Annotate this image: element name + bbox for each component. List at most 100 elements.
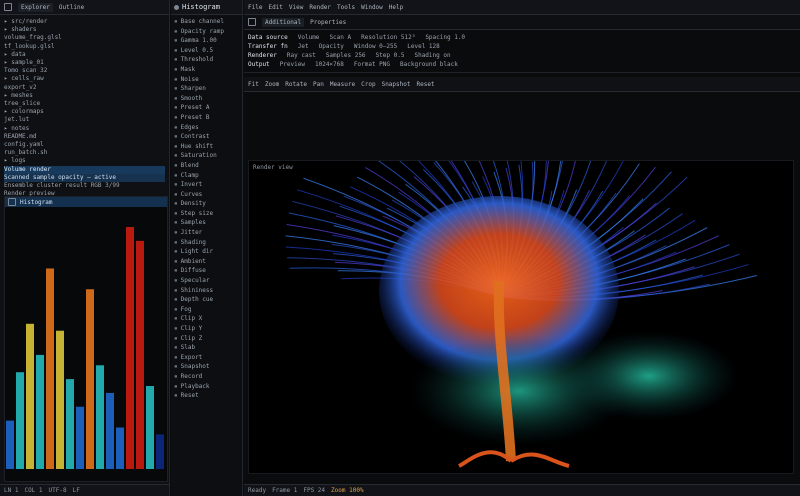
tree-item[interactable]: ▸ meshes — [4, 92, 165, 100]
parameter-row[interactable]: ▪ Clamp — [174, 171, 239, 181]
parameter-row[interactable]: ▪ Clip Z — [174, 334, 239, 344]
property-value[interactable]: Shading on — [414, 52, 450, 59]
toolbar-button[interactable]: Zoom — [265, 81, 279, 88]
tree-item[interactable]: ▸ src/render — [4, 18, 165, 26]
property-value[interactable]: Step 0.5 — [376, 52, 405, 59]
toolbar-button[interactable]: Snapshot — [382, 81, 411, 88]
property-value[interactable]: Scan A — [329, 34, 351, 41]
menu-item[interactable]: Help — [389, 4, 403, 11]
parameter-row[interactable]: ▪ Snapshot — [174, 362, 239, 372]
tree-item[interactable]: ▸ notes — [4, 125, 165, 133]
parameter-row[interactable]: ▪ Noise — [174, 75, 239, 85]
toolbar-button[interactable]: Measure — [330, 81, 355, 88]
parameter-row[interactable]: ▪ Opacity ramp — [174, 27, 239, 37]
toolbar-button[interactable]: Fit — [248, 81, 259, 88]
parameter-row[interactable]: ▪ Preset A — [174, 103, 239, 113]
menu-item[interactable]: Render — [309, 4, 331, 11]
property-value[interactable]: Spacing 1.0 — [425, 34, 465, 41]
tab-explorer[interactable]: Explorer — [18, 2, 53, 12]
parameter-row[interactable]: ▪ Fog — [174, 305, 239, 315]
tab-outline[interactable]: Outline — [59, 4, 84, 11]
parameter-row[interactable]: ▪ Threshold — [174, 55, 239, 65]
property-value[interactable]: Volume — [298, 34, 320, 41]
menu-item[interactable]: File — [248, 4, 262, 11]
parameter-row[interactable]: ▪ Smooth — [174, 94, 239, 104]
property-row: Output Preview 1024×768 Format PNG Backgroun… — [244, 60, 800, 69]
menu-item[interactable]: View — [289, 4, 303, 11]
parameter-row[interactable]: ▪ Hue shift — [174, 142, 239, 152]
parameter-row[interactable]: ▪ Preset B — [174, 113, 239, 123]
parameter-row[interactable]: ▪ Mask — [174, 65, 239, 75]
parameter-row[interactable]: ▪ Clip X — [174, 314, 239, 324]
tree-item[interactable]: ▸ colormaps — [4, 108, 165, 116]
parameter-row[interactable]: ▪ Invert — [174, 180, 239, 190]
parameter-row[interactable]: ▪ Diffuse — [174, 266, 239, 276]
tree-item[interactable]: export_v2 — [4, 84, 165, 92]
property-name: Data source — [248, 34, 288, 41]
toolbar-button[interactable]: Pan — [313, 81, 324, 88]
property-value[interactable]: Opacity — [319, 43, 344, 50]
tree-item[interactable]: ▸ data — [4, 51, 165, 59]
parameter-row[interactable]: ▪ Saturation — [174, 151, 239, 161]
tree-item[interactable]: run_batch.sh — [4, 149, 165, 157]
parameter-row[interactable]: ▪ Blend — [174, 161, 239, 171]
property-value[interactable]: Level 128 — [407, 43, 440, 50]
toolbar-button[interactable]: Rotate — [285, 81, 307, 88]
parameter-row[interactable]: ▪ Depth cue — [174, 295, 239, 305]
tree-item[interactable]: config.yaml — [4, 141, 165, 149]
parameter-row[interactable]: ▪ Samples — [174, 218, 239, 228]
tree-item[interactable]: ▸ cells_raw — [4, 75, 165, 83]
parameter-row[interactable]: ▪ Level 0.5 — [174, 46, 239, 56]
parameter-row[interactable]: ▪ Step size — [174, 209, 239, 219]
tree-item[interactable]: README.md — [4, 133, 165, 141]
tree-item[interactable]: tf_lookup.glsl — [4, 43, 165, 51]
property-value[interactable]: Background black — [400, 61, 458, 68]
render-viewport[interactable]: Render view — [248, 160, 794, 474]
property-value[interactable]: Samples 256 — [326, 52, 366, 59]
tab-properties[interactable]: Properties — [310, 19, 346, 26]
property-value[interactable]: Ray cast — [287, 52, 316, 59]
files-icon[interactable] — [4, 3, 12, 11]
property-value[interactable]: Format PNG — [354, 61, 390, 68]
tree-item[interactable]: jet.lut — [4, 116, 165, 124]
parameter-row[interactable]: ▪ Gamma 1.00 — [174, 36, 239, 46]
parameter-row[interactable]: ▪ Record — [174, 372, 239, 382]
parameter-row[interactable]: ▪ Clip Y — [174, 324, 239, 334]
parameter-row[interactable]: ▪ Shininess — [174, 286, 239, 296]
tree-item[interactable]: ▸ sample_01 — [4, 59, 165, 67]
parameter-row[interactable]: ▪ Reset — [174, 391, 239, 401]
property-value[interactable]: Preview — [280, 61, 305, 68]
parameter-row[interactable]: ▪ Ambient — [174, 257, 239, 267]
property-value[interactable]: Resolution 512³ — [361, 34, 415, 41]
tree-item[interactable]: ▸ logs — [4, 157, 165, 165]
parameter-row[interactable]: ▪ Light dir — [174, 247, 239, 257]
parameter-row[interactable]: ▪ Export — [174, 353, 239, 363]
parameter-row[interactable]: ▪ Edges — [174, 123, 239, 133]
parameter-row[interactable]: ▪ Specular — [174, 276, 239, 286]
parameter-row[interactable]: ▪ Contrast — [174, 132, 239, 142]
menu-item[interactable]: Tools — [337, 4, 355, 11]
parameter-row[interactable]: ▪ Jitter — [174, 228, 239, 238]
property-value[interactable]: 1024×768 — [315, 61, 344, 68]
parameter-row[interactable]: ▪ Playback — [174, 382, 239, 392]
menu-item[interactable]: Window — [361, 4, 383, 11]
parameter-row[interactable]: ▪ Shading — [174, 238, 239, 248]
parameter-row[interactable]: ▪ Sharpen — [174, 84, 239, 94]
toolbar-button[interactable]: Reset — [416, 81, 434, 88]
parameter-row[interactable]: ▪ Base channel — [174, 17, 239, 27]
property-value[interactable]: Window 0–255 — [354, 43, 397, 50]
tree-item[interactable]: volume_frag.glsl — [4, 34, 165, 42]
tree-item[interactable]: Ensemble cluster result RGB 3/99 — [4, 182, 165, 190]
parameter-row[interactable]: ▪ Curves — [174, 190, 239, 200]
tree-item-selected[interactable]: Volume render — [4, 165, 165, 174]
tree-item-active[interactable]: Scanned sample opacity — active — [4, 173, 165, 183]
property-value[interactable]: Jet — [298, 43, 309, 50]
toolbar-button[interactable]: Crop — [361, 81, 375, 88]
parameter-row[interactable]: ▪ Slab — [174, 343, 239, 353]
tree-item[interactable]: Tomo scan 32 — [4, 67, 165, 75]
tree-item[interactable]: tree_slice — [4, 100, 165, 108]
tab-additional[interactable]: Additional — [262, 17, 305, 27]
tree-item[interactable]: ▸ shaders — [4, 26, 165, 34]
parameter-row[interactable]: ▪ Density — [174, 199, 239, 209]
menu-item[interactable]: Edit — [268, 4, 282, 11]
